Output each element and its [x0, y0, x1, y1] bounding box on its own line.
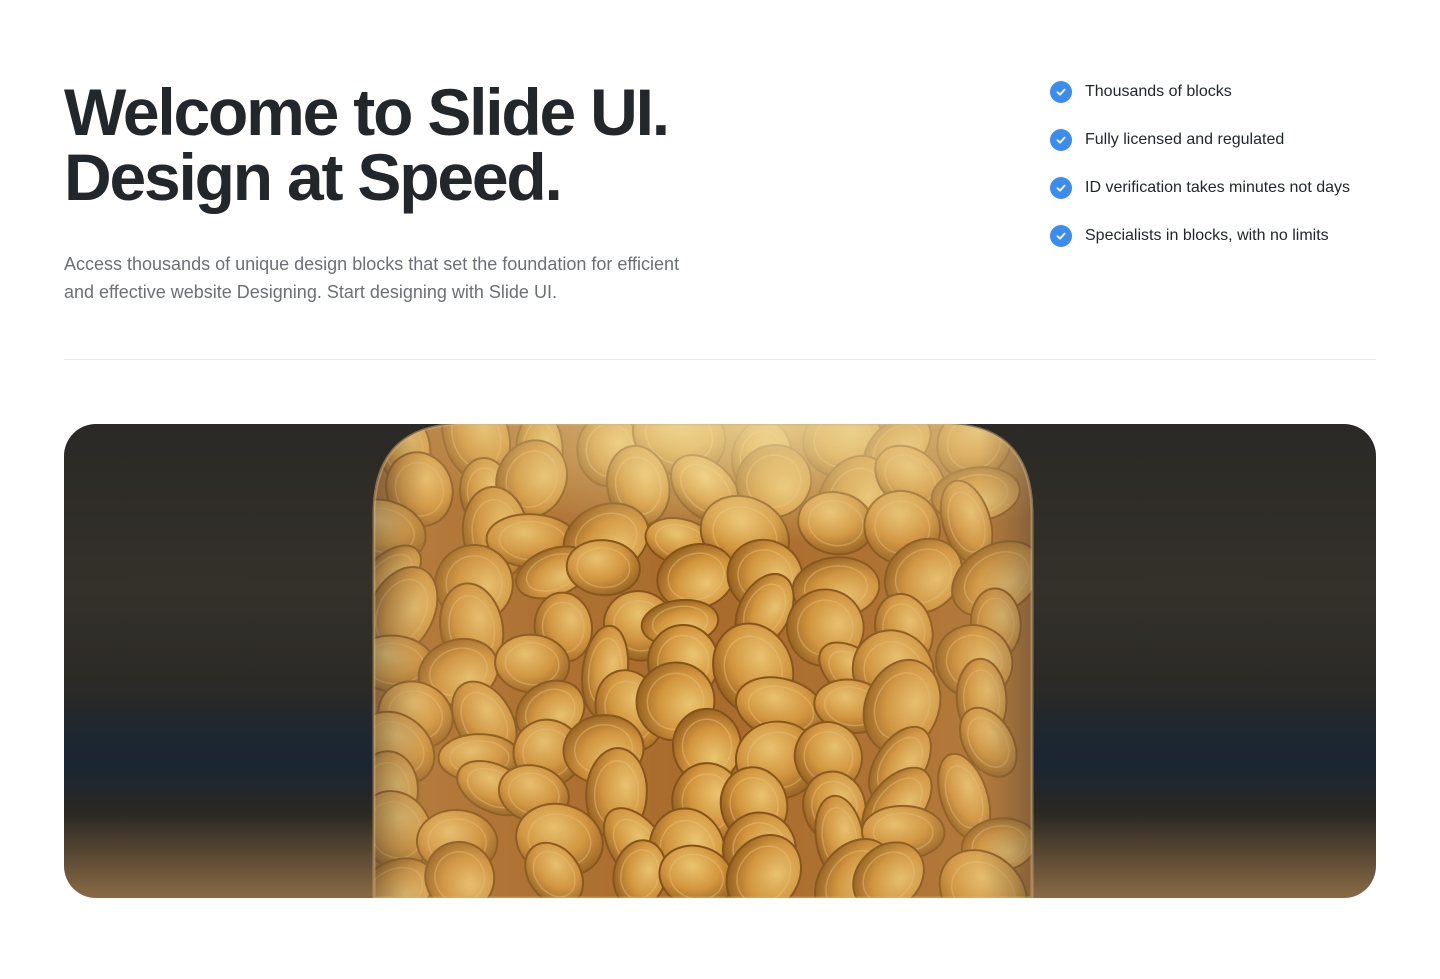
feature-item: ID verification takes minutes not days — [1050, 176, 1410, 200]
section-divider — [64, 359, 1376, 360]
page-title: Welcome to Slide UI. Design at Speed. — [64, 75, 784, 214]
check-circle-icon — [1050, 129, 1072, 151]
feature-label: ID verification takes minutes not days — [1085, 179, 1351, 196]
feature-label: Fully licensed and regulated — [1085, 131, 1285, 148]
title-line-1: Welcome to Slide UI. — [64, 75, 670, 149]
feature-item: Fully licensed and regulated — [1050, 128, 1410, 152]
hero-section: Welcome to Slide UI. Design at Speed. Ac… — [64, 75, 784, 306]
coin-jar-image — [64, 424, 1376, 898]
title-line-2: Design at Speed. — [64, 140, 563, 214]
feature-list: Thousands of blocks Fully licensed and r… — [1050, 80, 1410, 272]
check-circle-icon — [1050, 225, 1072, 247]
check-circle-icon — [1050, 81, 1072, 103]
feature-label: Specialists in blocks, with no limits — [1085, 227, 1329, 244]
feature-item: Specialists in blocks, with no limits — [1050, 224, 1410, 248]
hero-subtitle: Access thousands of unique design blocks… — [64, 254, 680, 302]
feature-item: Thousands of blocks — [1050, 80, 1410, 104]
feature-label: Thousands of blocks — [1085, 83, 1232, 100]
check-circle-icon — [1050, 177, 1072, 199]
